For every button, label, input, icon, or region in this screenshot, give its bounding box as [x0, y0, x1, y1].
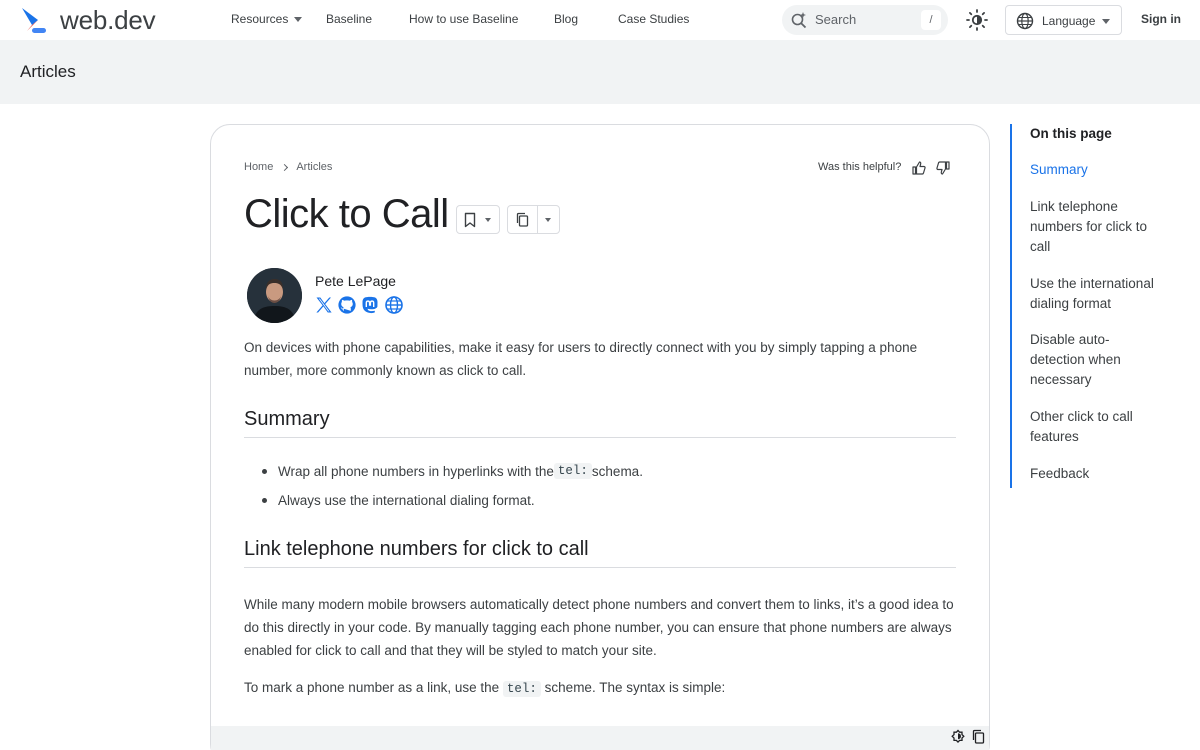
thumbs-up-icon[interactable] — [911, 160, 927, 176]
breadcrumb-home[interactable]: Home — [244, 161, 273, 173]
thumbs-down-icon[interactable] — [935, 160, 951, 176]
bullet-dot — [262, 498, 267, 503]
inline-code: tel: — [553, 463, 592, 479]
author-avatar — [247, 268, 302, 323]
author-photo — [247, 268, 302, 323]
search-shortcut-key: / — [921, 10, 941, 30]
toc-item-international-format[interactable]: Use the international dialing format — [1030, 274, 1160, 314]
chevron-down-icon — [294, 17, 303, 23]
intro-line-1: On devices with phone capabilities, make… — [244, 340, 918, 355]
search-spark-icon — [791, 12, 807, 29]
nav-case-studies[interactable]: Case Studies — [618, 12, 689, 26]
theme-toggle-icon[interactable] — [965, 8, 989, 32]
list-item: Wrap all phone numbers in hyperlinks wit… — [262, 463, 643, 479]
body-line-1: While many modern mobile browsers automa… — [244, 597, 954, 612]
intro-line-2: number, more commonly known as click to … — [244, 363, 527, 378]
breadcrumb-articles[interactable]: Articles — [296, 161, 332, 173]
toc-item-link-telephone[interactable]: Link telephone numbers for click to call — [1030, 197, 1160, 257]
dark-mode-toggle-icon[interactable] — [950, 729, 966, 745]
chevron-down-icon — [485, 218, 491, 222]
search-placeholder: Search — [815, 12, 857, 27]
list-item-text: Wrap all phone numbers in hyperlinks wit… — [278, 463, 554, 479]
chevron-right-icon — [281, 163, 289, 171]
language-selector[interactable]: Language — [1005, 5, 1122, 35]
chevron-down-icon — [1102, 19, 1110, 24]
nav-how-to-use-baseline[interactable]: How to use Baseline — [409, 12, 518, 26]
webdev-logo-icon — [22, 8, 46, 33]
section-title[interactable]: Articles — [20, 62, 76, 82]
intro-paragraph: On devices with phone capabilities, make… — [244, 336, 956, 382]
body-line-2: do this directly in your code. By manual… — [244, 620, 952, 635]
page-title: Click to Call — [244, 192, 449, 236]
summary-heading: Summary — [244, 408, 956, 438]
toc-title: On this page — [1030, 126, 1112, 141]
list-item-text: Always use the international dialing for… — [278, 493, 535, 508]
helpful-prompt: Was this helpful? — [818, 161, 902, 173]
top-navigation: web.dev Resources Baseline How to use Ba… — [0, 0, 1200, 40]
search-box[interactable]: Search / — [782, 5, 948, 35]
copy-code-icon[interactable] — [971, 729, 986, 745]
language-label: Language — [1042, 14, 1096, 28]
copy-icon — [516, 212, 529, 227]
list-item-text: schema. — [591, 463, 643, 479]
code-block — [211, 726, 989, 750]
mastodon-icon[interactable] — [360, 295, 380, 315]
logo-text: web.dev — [60, 4, 156, 35]
copy-page-button[interactable] — [507, 205, 560, 234]
syntax-text: To mark a phone number as a link, use th… — [244, 680, 503, 695]
website-icon[interactable] — [384, 295, 404, 315]
button-divider — [537, 206, 538, 233]
site-logo[interactable]: web.dev — [18, 4, 156, 35]
toc-item-feedback[interactable]: Feedback — [1030, 464, 1160, 484]
syntax-paragraph: To mark a phone number as a link, use th… — [244, 676, 956, 701]
globe-icon — [1016, 12, 1034, 30]
nav-resources-label: Resources — [231, 12, 289, 26]
sign-in-button[interactable]: Sign in — [1141, 12, 1181, 26]
chevron-down-icon — [545, 218, 551, 222]
nav-resources[interactable]: Resources — [231, 12, 303, 26]
author-name[interactable]: Pete LePage — [315, 273, 396, 289]
section-heading-link-telephone: Link telephone numbers for click to call — [244, 538, 956, 568]
section-band: Articles — [0, 40, 1200, 104]
inline-code: tel: — [502, 681, 541, 697]
bookmark-icon — [464, 212, 476, 228]
toc-item-summary[interactable]: Summary — [1030, 160, 1160, 180]
list-item: Always use the international dialing for… — [262, 493, 535, 508]
nav-blog[interactable]: Blog — [554, 12, 578, 26]
breadcrumb: Home Articles — [244, 161, 332, 173]
bookmark-button[interactable] — [456, 205, 500, 234]
body-paragraph: While many modern mobile browsers automa… — [244, 593, 956, 662]
body-line-3: enabled for click to call and that they … — [244, 643, 657, 658]
syntax-text: scheme. The syntax is simple: — [540, 680, 726, 695]
nav-baseline[interactable]: Baseline — [326, 12, 372, 26]
bullet-dot — [262, 468, 267, 474]
toc-item-other-features[interactable]: Other click to call features — [1030, 407, 1160, 447]
github-icon[interactable] — [337, 295, 357, 315]
x-icon[interactable] — [314, 295, 334, 315]
toc-item-disable-autodetection[interactable]: Disable auto-detection when necessary — [1030, 330, 1160, 390]
